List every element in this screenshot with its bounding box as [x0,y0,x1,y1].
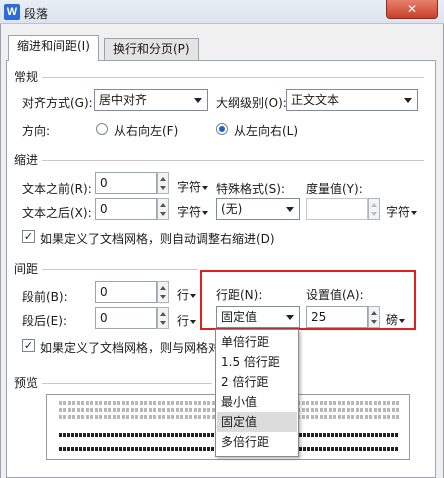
dropdown-option-exactly[interactable]: 固定值 [217,412,297,432]
indent-before-unit[interactable]: 字符 [177,178,209,195]
unit-label: 字符 [386,205,411,219]
indent-before-spinner[interactable] [157,172,169,194]
rtl-radio[interactable] [96,123,108,135]
alignment-label: 对齐方式(G): [22,96,93,110]
chevron-down-icon [404,98,412,103]
indent-after-label: 文本之后(X): [22,206,92,220]
section-general-label: 常规 [14,70,39,84]
space-after-label: 段后(E): [22,314,67,328]
chevron-down-icon [190,293,197,298]
line-spacing-dropdown: 单倍行距 1.5 倍行距 2 倍行距 最小值 固定值 多倍行距 [215,329,299,457]
outline-level-value: 正文文本 [291,93,340,107]
arrow-down-icon [160,186,166,190]
indent-after-spinner[interactable] [157,198,169,220]
spacing-grid-checkbox-label: 如果定义了文档网格，则与网格对 [40,341,221,355]
outline-level-label: 大纲级别(O): [216,96,287,110]
highlight-annotation-box [200,270,416,330]
indent-after-unit[interactable]: 字符 [177,203,209,220]
wps-writer-icon: W [4,4,20,20]
arrow-down-icon [160,295,166,299]
alignment-select[interactable]: 居中对齐 [94,89,208,111]
space-after-spinner[interactable] [157,307,169,329]
chevron-down-icon [202,210,209,215]
chevron-down-icon [202,185,209,190]
space-before-input[interactable]: 0 [95,281,157,303]
title-bar: W 段落 ✕ [0,0,444,24]
dropdown-option-at-least[interactable]: 最小值 [217,392,297,412]
indent-after-input[interactable]: 0 [95,198,157,220]
section-indent-label: 缩进 [14,153,39,167]
section-divider [42,77,424,78]
ltr-radio[interactable] [216,123,228,135]
measure-label: 度量值(Y): [306,182,363,196]
unit-label: 行 [177,314,190,328]
special-format-select[interactable]: (无) [216,198,300,220]
measure-input[interactable] [306,198,368,220]
unit-label: 字符 [177,205,202,219]
ltr-label: 从左向右(L) [234,124,299,138]
section-spacing-label: 间距 [14,262,39,276]
space-after-input[interactable]: 0 [95,307,157,329]
section-preview-label: 预览 [14,376,39,390]
indent-grid-checkbox[interactable]: ✓ [22,230,35,243]
dropdown-option-1-5[interactable]: 1.5 倍行距 [217,352,297,372]
section-divider [42,160,424,161]
spacing-grid-checkbox[interactable]: ✓ [22,339,35,352]
space-before-spinner[interactable] [157,281,169,303]
arrow-up-icon [160,286,166,290]
arrow-down-icon [160,212,166,216]
section-divider [42,269,198,270]
indent-grid-checkbox-label: 如果定义了文档网格，则自动调整右缩进(D) [40,232,275,246]
dropdown-option-multiple[interactable]: 多倍行距 [217,432,297,452]
tab-indent-spacing[interactable]: 缩进和间距(I) [8,35,99,61]
measure-unit[interactable]: 字符 [386,203,418,220]
space-before-unit[interactable]: 行 [177,286,197,303]
dropdown-option-double[interactable]: 2 倍行距 [217,372,297,392]
chevron-down-icon [194,98,202,103]
unit-label: 字符 [177,180,202,194]
special-format-label: 特殊格式(S): [216,182,286,196]
tab-line-page-break[interactable]: 换行和分页(P) [104,38,199,60]
arrow-up-icon [160,312,166,316]
arrow-up-icon [160,203,166,207]
arrow-up-icon [160,177,166,181]
measure-spinner[interactable] [368,198,380,220]
rtl-label: 从右向左(F) [114,124,179,138]
direction-label: 方向: [22,124,51,138]
chevron-down-icon [190,319,197,324]
chevron-down-icon [286,207,294,212]
space-after-unit[interactable]: 行 [177,312,197,329]
unit-label: 行 [177,288,190,302]
special-format-value: (无) [221,202,243,216]
alignment-value: 居中对齐 [99,93,148,107]
dialog-title: 段落 [24,7,49,21]
indent-before-input[interactable]: 0 [95,172,157,194]
dropdown-option-single[interactable]: 单倍行距 [217,332,297,352]
indent-before-label: 文本之前(R): [22,182,92,196]
outline-level-select[interactable]: 正文文本 [286,89,418,111]
arrow-down-icon [160,321,166,325]
section-divider [42,383,212,384]
close-button[interactable]: ✕ [386,0,438,19]
space-before-label: 段前(B): [22,290,68,304]
chevron-down-icon [411,210,418,215]
arrow-down-icon [371,212,377,216]
arrow-up-icon [371,203,377,207]
